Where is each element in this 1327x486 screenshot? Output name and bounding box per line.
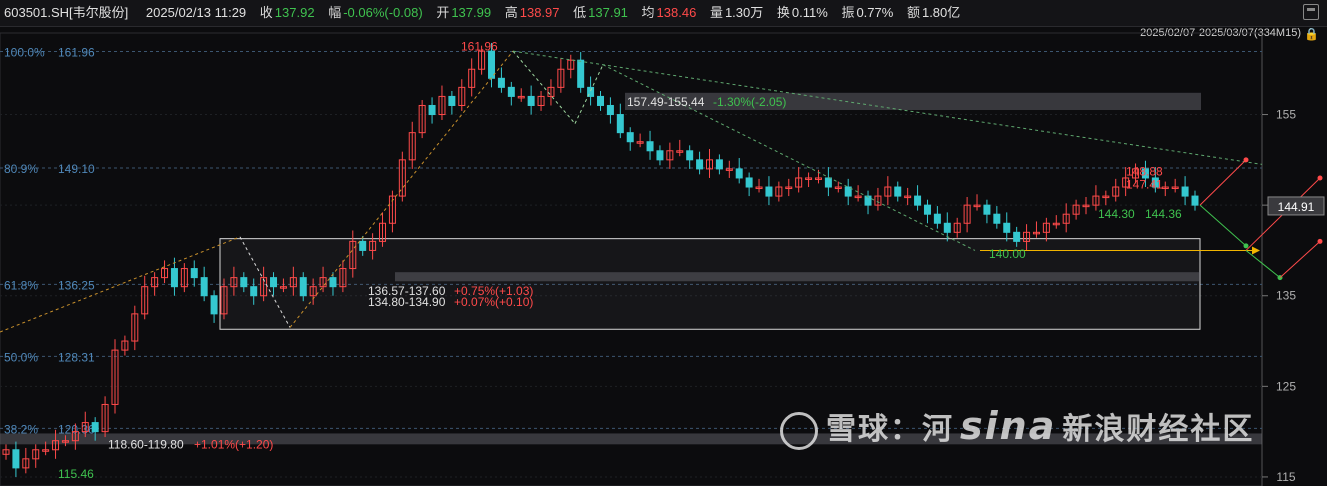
price-label: 144.36 (1145, 207, 1182, 221)
projection-arrow-down-2 (1245, 250, 1281, 279)
gap-zone-pct: +0.07%(+0.10) (454, 295, 533, 309)
candle-body (12, 449, 20, 469)
y-tick-label: 115 (1276, 470, 1295, 484)
fib-level-value: 136.25 (58, 278, 95, 292)
candle-body (923, 204, 931, 215)
projection-arrow-up-3 (1279, 241, 1321, 278)
candle-body (1003, 222, 1011, 233)
projection-arrow-up-head (1243, 157, 1249, 163)
trend-line-green (512, 50, 576, 124)
fib-level-pct: 50.0% (4, 350, 38, 364)
candle-body (933, 213, 941, 224)
fib-level-value: 149.10 (58, 162, 95, 176)
price-label: 147.41 (1126, 177, 1163, 191)
orange-arrow-icon (1252, 246, 1260, 255)
projection-arrow-down (1199, 204, 1247, 247)
candle-body (735, 168, 743, 179)
current-price-label: 144.91 (1278, 200, 1315, 214)
candle-body (329, 277, 337, 288)
price-label: 161.96 (461, 40, 498, 54)
gap-zone-1 (625, 92, 1201, 111)
candle-body (488, 50, 496, 79)
candle-body (1181, 186, 1189, 197)
gap-zone-pct: +1.01%(+1.20) (194, 437, 273, 451)
candle-body (210, 295, 218, 315)
price-label: 115.46 (58, 467, 94, 481)
candle-body (299, 277, 307, 297)
fib-level-pct: 61.8% (4, 278, 38, 292)
gap-zone-range: 134.80-134.90 (368, 295, 446, 309)
candle-body (616, 114, 624, 134)
candle-body (170, 268, 178, 288)
candle-body (250, 286, 258, 297)
price-label: 144.30 (1098, 207, 1135, 221)
candle-body (240, 277, 248, 288)
candle-body (894, 186, 902, 197)
watermark: 雪球：河 sina 新浪财经社区 (780, 404, 1254, 450)
candle-body (914, 195, 922, 206)
candle-body (190, 268, 198, 279)
candle-body (696, 159, 704, 170)
candle-body (626, 132, 634, 143)
candle-body (577, 59, 585, 88)
projection-arrow-up (1199, 159, 1247, 206)
candle-body (765, 186, 773, 197)
candle-body (1013, 231, 1021, 242)
projection-arrow-up-2-head (1317, 175, 1323, 181)
gap-zone-range: 118.60-119.80 (108, 437, 184, 451)
candle-body (646, 141, 654, 152)
candle-body (91, 422, 99, 433)
y-tick-label: 135 (1276, 289, 1296, 303)
candle-body (606, 104, 614, 116)
projection-arrow-down-head (1243, 243, 1249, 249)
candle-body (745, 177, 753, 188)
candle-body (359, 240, 367, 251)
y-tick-label: 125 (1276, 379, 1296, 393)
candle-body (1191, 195, 1199, 206)
y-tick-label: 155 (1276, 108, 1296, 122)
candle-body (686, 150, 694, 161)
gap-zone-2 (395, 272, 1201, 282)
candle-body (715, 159, 723, 170)
candle-body (824, 177, 832, 188)
projection-arrow-up-3-head (1317, 238, 1323, 244)
candle-body (943, 222, 951, 233)
candle-body (597, 95, 604, 106)
fib-level-pct: 80.9% (4, 162, 38, 176)
candle-body (507, 86, 515, 97)
candle-body (448, 95, 456, 106)
candle-body (527, 95, 535, 106)
price-label: 140.00 (989, 247, 1026, 261)
fib-level-pct: 100.0% (4, 45, 45, 59)
candle-body (656, 150, 664, 161)
candle-body (993, 213, 1001, 224)
fib-level-value: 161.96 (58, 45, 95, 59)
candle-body (983, 204, 991, 215)
gap-zone-pct: -1.30%(-2.05) (713, 95, 786, 109)
support-rectangle (219, 238, 1201, 330)
candle-body (270, 277, 278, 288)
xueqiu-logo-icon (780, 411, 818, 450)
fib-level-value: 128.31 (58, 350, 95, 364)
candle-body (497, 77, 505, 88)
gap-zone-range: 157.49-155.44 (627, 95, 705, 109)
candle-body (428, 104, 436, 116)
candle-body (200, 277, 208, 297)
